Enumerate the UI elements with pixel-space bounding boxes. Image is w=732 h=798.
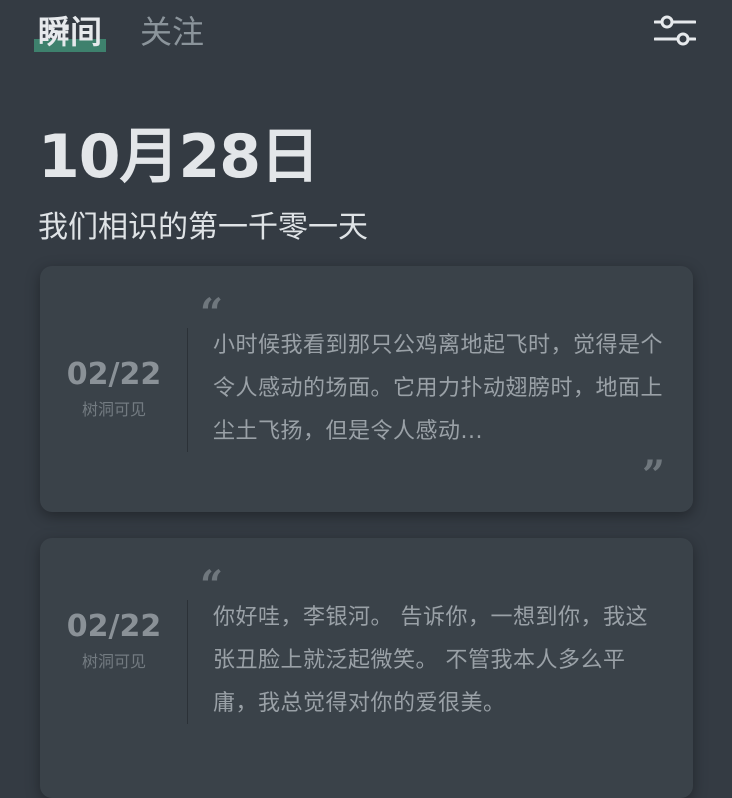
top-tabs: 瞬间 关注 (34, 10, 204, 54)
quote-close-icon: ” (641, 452, 665, 499)
card-date: 02/22 (66, 357, 162, 392)
tab-following[interactable]: 关注 (140, 10, 204, 54)
page-date: 10月28日 (38, 122, 320, 192)
tab-moments[interactable]: 瞬间 (34, 10, 107, 54)
card-text: 小时候我看到那只公鸡离地起飞时，觉得是个令人感动的场面。它用力扑动翅膀时，地面上… (213, 333, 664, 444)
sliders-icon (653, 15, 697, 46)
moment-card[interactable]: 02/22 树洞可见 “ 小时候我看到那只公鸡离地起飞时，觉得是个令人感动的场面… (40, 266, 693, 512)
card-meta: 02/22 树洞可见 (40, 538, 188, 744)
card-visibility: 树洞可见 (81, 400, 146, 419)
card-text: 你好哇，李银河。 告诉你，一想到你，我这张丑脸上就泛起微笑。 不管我本人多么平庸… (213, 605, 648, 716)
card-meta: 02/22 树洞可见 (40, 266, 188, 512)
tab-label: 关注 (140, 13, 205, 51)
tab-label: 瞬间 (38, 13, 103, 51)
moment-card[interactable]: 02/22 树洞可见 “ 你好哇，李银河。 告诉你，一想到你，我这张丑脸上就泛起… (40, 538, 693, 798)
filter-button[interactable] (653, 14, 697, 48)
card-date: 02/22 (66, 609, 162, 644)
card-divider (187, 600, 188, 724)
card-divider (187, 328, 188, 452)
card-visibility: 树洞可见 (81, 652, 146, 671)
page-subtitle: 我们相识的第一千零一天 (38, 210, 368, 245)
